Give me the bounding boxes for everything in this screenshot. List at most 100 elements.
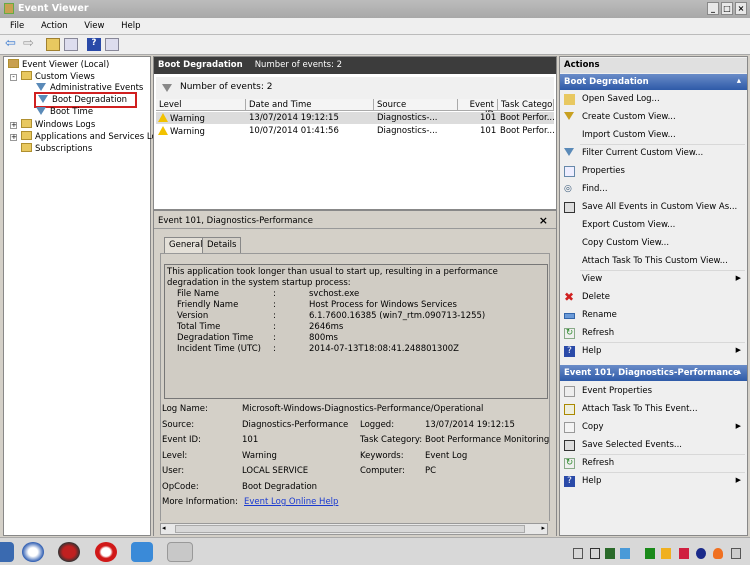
- col-level[interactable]: Level: [156, 99, 246, 111]
- event-description[interactable]: This application took longer than usual …: [164, 264, 548, 399]
- tree-windows-logs[interactable]: + Windows Logs: [10, 119, 95, 130]
- event-metadata: Log Name: Microsoft-Windows-Diagnostics-P…: [162, 404, 552, 519]
- table-row[interactable]: Warning 13/07/2014 19:12:15 Diagnostics-…: [156, 112, 555, 124]
- event-viewer-icon: [4, 3, 14, 14]
- tree-windows-logs-label: Windows Logs: [35, 120, 96, 130]
- collapse-icon[interactable]: -: [10, 74, 17, 81]
- action-find[interactable]: ◎ Find...: [560, 181, 747, 198]
- action-delete[interactable]: ✖ Delete: [560, 289, 747, 306]
- tree-subscriptions[interactable]: Subscriptions: [21, 143, 92, 154]
- action-event-properties[interactable]: Event Properties: [560, 383, 747, 400]
- up-folder-icon[interactable]: [46, 38, 60, 51]
- action-rename[interactable]: Rename: [560, 307, 747, 324]
- horizontal-scrollbar[interactable]: ◂ ▸: [160, 523, 548, 535]
- tree-boot-time[interactable]: Boot Time: [36, 107, 93, 117]
- action-refresh[interactable]: ↻ Refresh: [560, 325, 747, 342]
- tree-app-logs[interactable]: + Applications and Services Logs: [10, 131, 166, 142]
- green-tray-icon[interactable]: [645, 548, 655, 559]
- q-tray-icon[interactable]: [696, 548, 706, 559]
- col-event-id[interactable]: Event ID: [458, 99, 498, 120]
- collapse-icon[interactable]: ▴: [737, 76, 741, 86]
- tab-general[interactable]: General: [164, 237, 208, 253]
- thunderbird-icon[interactable]: [22, 542, 44, 562]
- action-save-selected[interactable]: Save Selected Events...: [560, 437, 747, 454]
- show-hide-actions-icon[interactable]: [105, 38, 119, 51]
- event-id-cell: 101: [480, 126, 497, 136]
- action-properties[interactable]: Properties: [560, 163, 747, 180]
- tab-details[interactable]: Details: [202, 237, 242, 253]
- expand-icon[interactable]: +: [10, 122, 17, 129]
- event-viewer-icon: [8, 59, 19, 68]
- copy-icon: [564, 422, 575, 433]
- action-filter-custom-view[interactable]: Filter Current Custom View...: [560, 145, 747, 162]
- tree-boot-degradation[interactable]: Boot Degradation: [34, 92, 138, 108]
- col-task-category[interactable]: Task Category: [498, 99, 554, 111]
- action-import-custom-view[interactable]: Import Custom View...: [560, 127, 747, 144]
- menu-file[interactable]: File: [0, 18, 24, 31]
- event-viewer-taskbar-icon[interactable]: [167, 542, 193, 562]
- forward-icon[interactable]: ⇨: [23, 37, 37, 51]
- start-icon[interactable]: [0, 542, 14, 562]
- windows-tray-icon[interactable]: [590, 548, 600, 559]
- box-tray-icon[interactable]: [661, 548, 671, 559]
- scroll-right-icon[interactable]: ▸: [541, 524, 545, 532]
- action-attach-task-view[interactable]: Attach Task To This Custom View...: [560, 253, 747, 270]
- action-attach-task-event[interactable]: Attach Task To This Event...: [560, 401, 747, 418]
- red-tray-icon[interactable]: [679, 548, 689, 559]
- action-open-saved-log[interactable]: Open Saved Log...: [560, 91, 747, 108]
- event-detail-pane: Event 101, Diagnostics-Performance × Gene…: [154, 209, 556, 536]
- action-save-all-events[interactable]: Save All Events in Custom View As...: [560, 199, 747, 216]
- menu-view[interactable]: View: [70, 18, 104, 31]
- action-refresh-event[interactable]: ↻ Refresh: [560, 455, 747, 472]
- delete-icon: ✖: [564, 290, 575, 304]
- section-event-101[interactable]: Event 101, Diagnostics-Performance ▴: [560, 365, 747, 381]
- tree-root[interactable]: Event Viewer (Local): [8, 59, 109, 70]
- expand-icon[interactable]: +: [10, 134, 17, 141]
- col-date[interactable]: Date and Time: [246, 99, 374, 111]
- scroll-thumb[interactable]: [175, 525, 525, 533]
- maximize-button[interactable]: □: [721, 2, 733, 15]
- section-boot-degradation[interactable]: Boot Degradation ▴: [560, 74, 747, 90]
- level-cell: Warning: [158, 126, 205, 137]
- menu-help[interactable]: Help: [107, 18, 140, 31]
- tree-app-logs-label: Applications and Services Logs: [35, 132, 167, 142]
- action-help-event[interactable]: ? Help ▶: [560, 473, 747, 490]
- opera-icon[interactable]: [95, 542, 117, 562]
- action-label: Copy: [582, 422, 604, 432]
- folder-icon: [564, 94, 575, 105]
- minimize-button[interactable]: _: [707, 2, 719, 15]
- tree-custom-views[interactable]: - Custom Views: [10, 71, 95, 82]
- online-help-link[interactable]: Event Log Online Help: [244, 497, 338, 507]
- action-export-custom-view[interactable]: Export Custom View...: [560, 217, 747, 234]
- action-copy-custom-view[interactable]: Copy Custom View...: [560, 235, 747, 252]
- back-icon[interactable]: ⇦: [5, 37, 19, 51]
- collapse-icon[interactable]: ▴: [737, 367, 741, 377]
- filter-icon: [36, 83, 46, 91]
- field-key: Incident Time (UTC): [177, 344, 261, 354]
- close-icon[interactable]: ×: [539, 214, 548, 227]
- action-help[interactable]: ? Help ▶: [560, 343, 747, 360]
- scroll-left-icon[interactable]: ◂: [162, 524, 166, 532]
- menu-action[interactable]: Action: [27, 18, 68, 31]
- action-label: Export Custom View...: [582, 220, 676, 230]
- event-id-cell: 101: [480, 113, 497, 123]
- action-copy[interactable]: Copy ▶: [560, 419, 747, 436]
- section-title: Event 101, Diagnostics-Performance: [564, 368, 739, 378]
- field-value: 2014-07-13T18:08:41.248801300Z: [309, 344, 459, 354]
- close-button[interactable]: ×: [735, 2, 747, 15]
- help-icon[interactable]: ?: [87, 38, 101, 51]
- help-icon: ?: [564, 346, 575, 357]
- show-hide-tree-icon[interactable]: [64, 38, 78, 51]
- antivirus-icon[interactable]: [58, 542, 80, 562]
- table-row[interactable]: Warning 10/07/2014 01:41:56 Diagnostics-…: [156, 125, 555, 137]
- action-label: Create Custom View...: [582, 112, 676, 122]
- action-create-custom-view[interactable]: Create Custom View...: [560, 109, 747, 126]
- app-tray-icon[interactable]: [605, 548, 615, 559]
- col-source[interactable]: Source: [374, 99, 458, 111]
- flame-tray-icon[interactable]: [713, 548, 723, 559]
- drive-tray-icon[interactable]: [731, 548, 741, 559]
- network-tray-icon[interactable]: [620, 548, 630, 559]
- lock-tray-icon[interactable]: [573, 548, 583, 559]
- action-view[interactable]: View ▶: [560, 271, 747, 288]
- control-panel-icon[interactable]: [131, 542, 153, 562]
